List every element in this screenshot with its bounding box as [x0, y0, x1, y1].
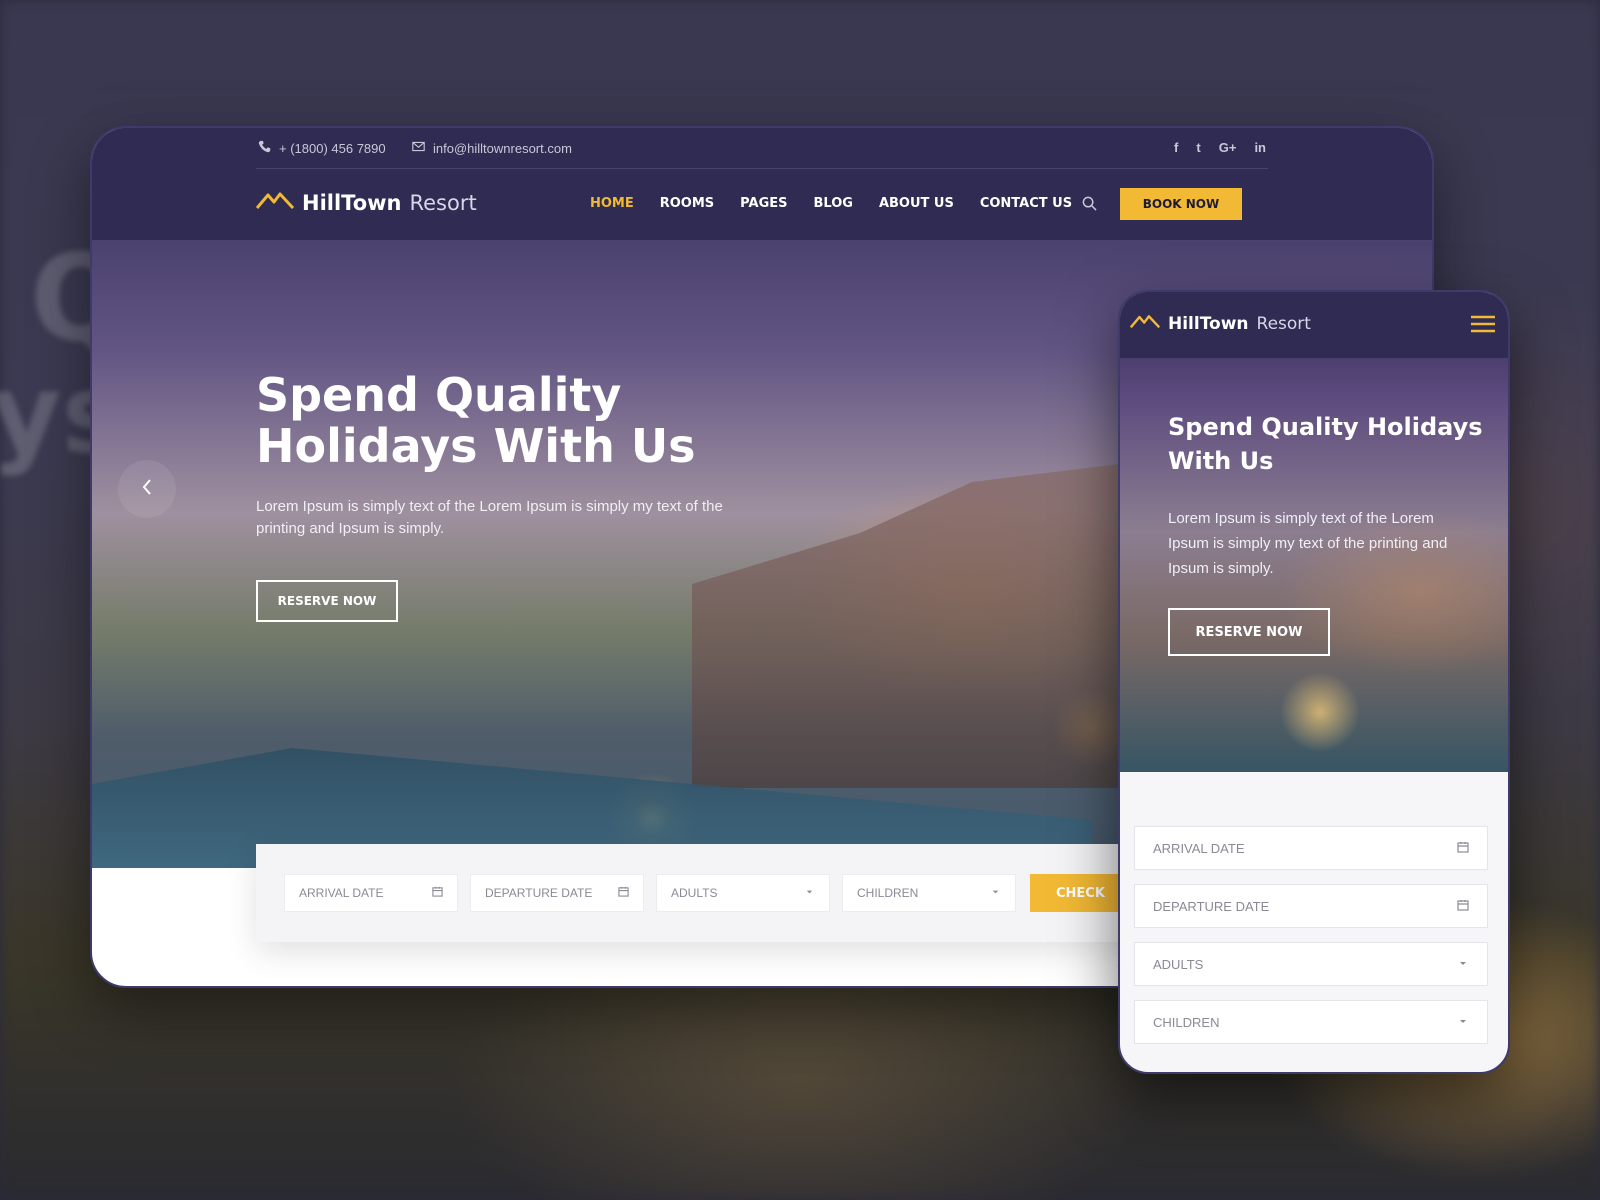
nav-pages[interactable]: PAGES	[740, 196, 787, 211]
mobile-hero-title: Spend Quality Holidays With Us	[1168, 413, 1483, 475]
mobile-children-select[interactable]: CHILDREN	[1134, 1000, 1488, 1044]
phone-icon	[258, 140, 271, 156]
site-logo[interactable]: HillTown Resort	[255, 190, 477, 215]
nav-rooms[interactable]: ROOMS	[660, 196, 714, 211]
nav-blog[interactable]: BLOG	[813, 196, 852, 211]
mobile-arrival-date-placeholder: ARRIVAL DATE	[1153, 840, 1245, 856]
mobile-logo-name-light: Resort	[1256, 313, 1311, 334]
header-email[interactable]: info@hilltownresort.com	[412, 140, 572, 156]
twitter-icon[interactable]: t	[1196, 140, 1200, 155]
calendar-icon	[432, 886, 443, 900]
departure-date-field[interactable]: DEPARTURE DATE	[470, 874, 644, 912]
mobile-departure-date-placeholder: DEPARTURE DATE	[1153, 898, 1270, 914]
check-availability-button[interactable]: CHECK	[1030, 874, 1130, 912]
calendar-icon	[618, 886, 629, 900]
mobile-children-placeholder: CHILDREN	[1153, 1014, 1220, 1030]
site-header: + (1800) 456 7890 info@hilltownresort.co…	[92, 128, 1432, 240]
chevron-left-icon	[141, 478, 153, 501]
book-now-button[interactable]: BOOK NOW	[1120, 188, 1242, 220]
logo-name-light: Resort	[409, 190, 477, 215]
social-links: f t G+ in	[1174, 140, 1266, 155]
children-placeholder: CHILDREN	[857, 886, 919, 900]
mountain-logo-icon	[1129, 312, 1161, 335]
logo-name-strong: HillTown	[302, 190, 402, 215]
mobile-departure-date-field[interactable]: DEPARTURE DATE	[1134, 884, 1488, 928]
adults-select[interactable]: ADULTS	[656, 874, 830, 912]
calendar-icon	[1457, 899, 1469, 914]
caret-down-icon	[1457, 1015, 1469, 1030]
hero-title-line-2: Holidays With Us	[256, 419, 696, 473]
arrival-date-field[interactable]: ARRIVAL DATE	[284, 874, 458, 912]
hero-description: Lorem Ipsum is simply text of the Lorem …	[256, 498, 723, 537]
mobile-hero-description: Lorem Ipsum is simply text of the Lorem …	[1168, 510, 1448, 577]
nav-home[interactable]: HOME	[590, 196, 634, 211]
mobile-adults-select[interactable]: ADULTS	[1134, 942, 1488, 986]
children-select[interactable]: CHILDREN	[842, 874, 1016, 912]
reserve-now-button[interactable]: RESERVE NOW	[256, 580, 398, 622]
google-plus-icon[interactable]: G+	[1219, 140, 1237, 155]
header-divider	[256, 168, 1268, 169]
hero-title: Spend Quality Holidays With Us	[256, 370, 816, 472]
search-icon[interactable]	[1082, 196, 1097, 211]
phone-number: + (1800) 456 7890	[279, 140, 386, 156]
mobile-logo-name-strong: HillTown	[1168, 313, 1249, 334]
mobile-site-logo[interactable]: HillTown Resort	[1129, 312, 1311, 335]
mountain-logo-icon	[255, 190, 295, 215]
arrival-date-placeholder: ARRIVAL DATE	[299, 886, 384, 900]
caret-down-icon	[804, 886, 815, 900]
departure-date-placeholder: DEPARTURE DATE	[485, 886, 593, 900]
slider-prev-button[interactable]	[118, 460, 176, 518]
nav-about-us[interactable]: ABOUT US	[879, 196, 954, 211]
adults-placeholder: ADULTS	[671, 886, 718, 900]
linkedin-icon[interactable]: in	[1254, 140, 1266, 155]
nav-contact-us[interactable]: CONTACT US	[980, 196, 1072, 211]
facebook-icon[interactable]: f	[1174, 140, 1178, 155]
mobile-arrival-date-field[interactable]: ARRIVAL DATE	[1134, 826, 1488, 870]
mobile-header: HillTown Resort	[1120, 292, 1508, 358]
mobile-adults-placeholder: ADULTS	[1153, 956, 1204, 972]
email-icon	[412, 140, 425, 156]
caret-down-icon	[990, 886, 1001, 900]
hero-title-line-1: Spend Quality	[256, 368, 622, 422]
hamburger-icon[interactable]	[1470, 314, 1496, 334]
main-nav: HOME ROOMS PAGES BLOG ABOUT US CONTACT U…	[590, 196, 1072, 211]
mobile-reserve-now-button[interactable]: RESERVE NOW	[1168, 608, 1330, 656]
email-address: info@hilltownresort.com	[433, 140, 572, 156]
calendar-icon	[1457, 841, 1469, 856]
caret-down-icon	[1457, 957, 1469, 972]
header-phone[interactable]: + (1800) 456 7890	[258, 140, 386, 156]
mobile-mockup: HillTown Resort Spend Quality Holidays W…	[1118, 290, 1510, 1074]
